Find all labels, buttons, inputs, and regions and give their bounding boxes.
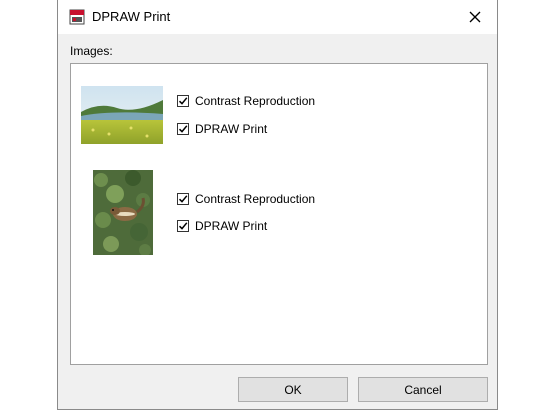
landscape-thumbnail — [81, 86, 163, 144]
contrast-reproduction-label: Contrast Reproduction — [195, 94, 316, 108]
dpraw-print-label: DPRAW Print — [195, 219, 268, 233]
printer-icon — [69, 9, 85, 25]
window-title: DPRAW Print — [92, 9, 171, 24]
contrast-reproduction-label: Contrast Reproduction — [195, 192, 316, 206]
cancel-button[interactable]: Cancel — [358, 377, 488, 402]
close-button[interactable] — [453, 0, 497, 34]
images-label: Images: — [70, 44, 113, 58]
checkbox-checked-icon — [177, 123, 189, 135]
checkbox-checked-icon — [177, 193, 189, 205]
dpraw-print-label: DPRAW Print — [195, 122, 268, 136]
chipmunk-thumbnail — [93, 170, 153, 255]
title-bar: DPRAW Print — [58, 0, 497, 34]
contrast-reproduction-checkbox-2[interactable]: Contrast Reproduction — [177, 191, 315, 207]
dpraw-print-checkbox-2[interactable]: DPRAW Print — [177, 218, 267, 234]
ok-button[interactable]: OK — [238, 377, 348, 402]
images-list: Contrast Reproduction DPRAW Print Contra… — [70, 63, 488, 365]
checkbox-checked-icon — [177, 95, 189, 107]
dpraw-print-dialog: DPRAW Print Images: Contrast Reproductio… — [57, 0, 498, 410]
checkbox-checked-icon — [177, 220, 189, 232]
contrast-reproduction-checkbox-1[interactable]: Contrast Reproduction — [177, 93, 315, 109]
dpraw-print-checkbox-1[interactable]: DPRAW Print — [177, 121, 267, 137]
close-icon — [469, 11, 481, 23]
